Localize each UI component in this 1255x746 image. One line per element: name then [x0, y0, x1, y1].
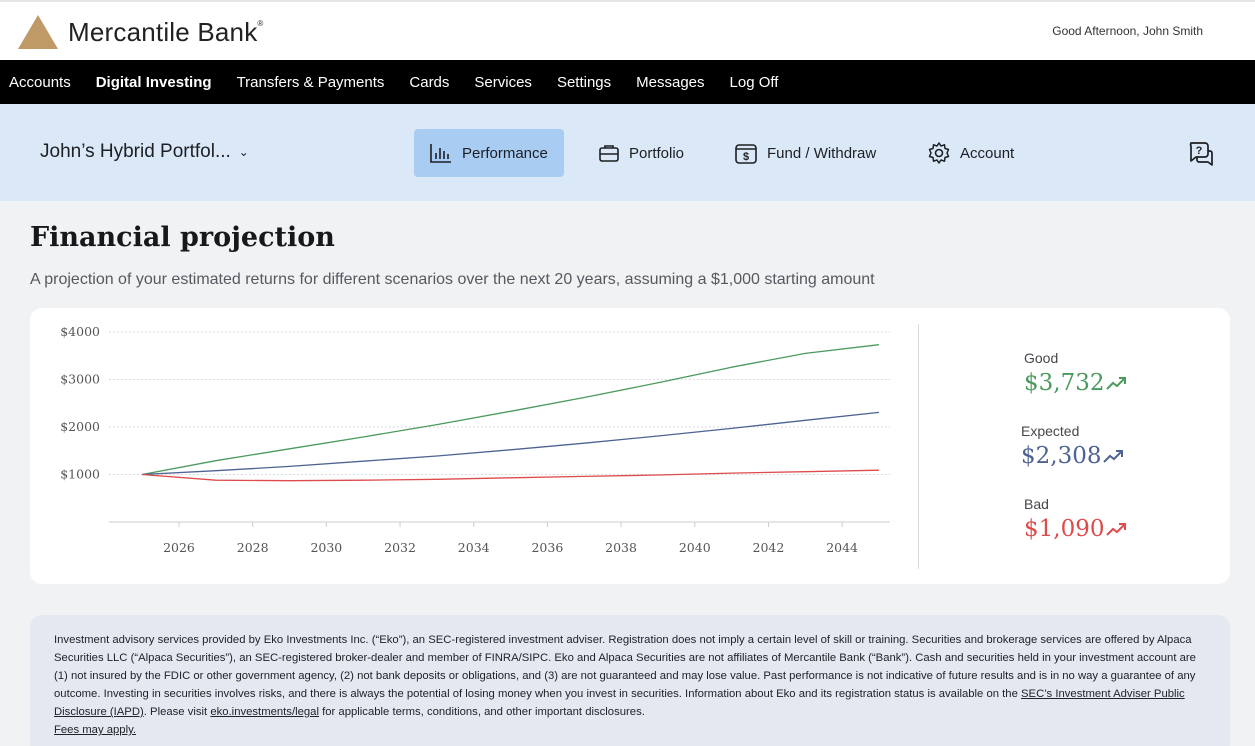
- projection-chart: $4000 $3000 $2000 $1000 2026 2028 2030 2032 2034…: [60, 324, 890, 555]
- nav-cards[interactable]: Cards: [409, 74, 449, 91]
- y-tick-label: $3000: [60, 372, 100, 387]
- projection-card: $4000 $3000 $2000 $1000 2026 2028 2030 2032 2034…: [30, 308, 1230, 584]
- scenario-bad: Bad $1,090: [1024, 496, 1128, 542]
- top-header: Mercantile Bank® Good Afternoon, John Sm…: [0, 0, 1255, 60]
- svg-text:$: $: [743, 151, 749, 163]
- nav-log-off[interactable]: Log Off: [730, 74, 779, 91]
- help-chat-icon: ?: [1189, 142, 1213, 166]
- gear-icon: [928, 142, 950, 164]
- dollar-box-icon: $: [735, 144, 757, 164]
- nav-transfers-payments[interactable]: Transfers & Payments: [237, 74, 385, 91]
- nav-services[interactable]: Services: [474, 74, 532, 91]
- x-tick-label: 2036: [531, 540, 563, 555]
- scenario-good-label: Good: [1024, 350, 1059, 366]
- scenario-bad-value: $1,090: [1024, 516, 1105, 542]
- scenario-expected-value: $2,308: [1021, 443, 1102, 469]
- trend-up-icon: [1106, 377, 1127, 390]
- tab-fund-withdraw-label: Fund / Withdraw: [767, 144, 877, 162]
- x-tick-label: 2028: [237, 540, 269, 555]
- y-tick-label: $2000: [60, 419, 100, 434]
- main-nav: Accounts Digital Investing Transfers & P…: [0, 60, 1255, 104]
- greeting-text: Good Afternoon, John Smith: [1052, 24, 1203, 38]
- bank-logo[interactable]: Mercantile Bank®: [18, 15, 264, 49]
- disclosure-text-2: . Please visit: [143, 706, 211, 718]
- card-divider: [918, 324, 919, 569]
- tab-fund-withdraw[interactable]: $ Fund / Withdraw: [719, 129, 891, 177]
- disclosure-box: Investment advisory services provided by…: [30, 615, 1230, 746]
- nav-digital-investing[interactable]: Digital Investing: [96, 74, 212, 91]
- tab-performance[interactable]: Performance: [414, 129, 564, 177]
- scenario-expected-label: Expected: [1021, 423, 1080, 439]
- scenario-expected: Expected $2,308: [1021, 423, 1125, 469]
- tab-performance-label: Performance: [462, 144, 548, 162]
- page-title: Financial projection: [30, 222, 335, 253]
- tab-account-label: Account: [960, 144, 1015, 162]
- x-tick-label: 2034: [458, 540, 490, 555]
- page-subtitle: A projection of your estimated returns f…: [30, 271, 875, 288]
- series-line-good: [142, 344, 879, 476]
- series-line-bad: [142, 469, 879, 482]
- nav-settings[interactable]: Settings: [557, 74, 611, 91]
- bar-chart-icon: [430, 144, 451, 163]
- nav-messages[interactable]: Messages: [636, 74, 704, 91]
- nav-accounts[interactable]: Accounts: [9, 74, 71, 91]
- x-tick-label: 2040: [679, 540, 711, 555]
- y-tick-label: $4000: [60, 324, 100, 339]
- portfolio-name: John’s Hybrid Portfol...: [40, 141, 231, 162]
- x-tick-label: 2042: [753, 540, 785, 555]
- trend-up-icon: [1106, 523, 1127, 536]
- fees-link[interactable]: Fees may apply.: [54, 724, 136, 736]
- help-button[interactable]: ?: [1187, 140, 1215, 173]
- x-tick-label: 2030: [310, 540, 342, 555]
- tab-portfolio[interactable]: Portfolio: [583, 129, 699, 177]
- disclosure-text-3: for applicable terms, conditions, and ot…: [318, 706, 645, 718]
- scenario-good-value: $3,732: [1024, 370, 1105, 396]
- tab-portfolio-label: Portfolio: [629, 144, 685, 162]
- x-tick-label: 2044: [826, 540, 858, 555]
- y-tick-label: $1000: [60, 467, 100, 482]
- briefcase-icon: [599, 145, 619, 162]
- brand-registered-mark: ®: [257, 18, 264, 28]
- eko-legal-link[interactable]: eko.investments/legal: [210, 706, 319, 718]
- brand-name: Mercantile Bank: [68, 16, 258, 47]
- svg-text:?: ?: [1196, 145, 1203, 157]
- tab-account[interactable]: Account: [912, 129, 1029, 177]
- scenario-good: Good $3,732: [1024, 350, 1128, 396]
- logo-triangle-icon: [18, 15, 58, 49]
- portfolio-selector[interactable]: John’s Hybrid Portfol... ⌄: [40, 141, 249, 163]
- x-tick-label: 2032: [384, 540, 416, 555]
- x-tick-label: 2038: [605, 540, 637, 555]
- series-line-expected: [142, 411, 879, 476]
- trend-up-icon: [1103, 450, 1124, 463]
- x-tick-label: 2026: [163, 540, 195, 555]
- scenario-bad-label: Bad: [1024, 496, 1049, 512]
- chevron-down-icon: ⌄: [238, 145, 249, 159]
